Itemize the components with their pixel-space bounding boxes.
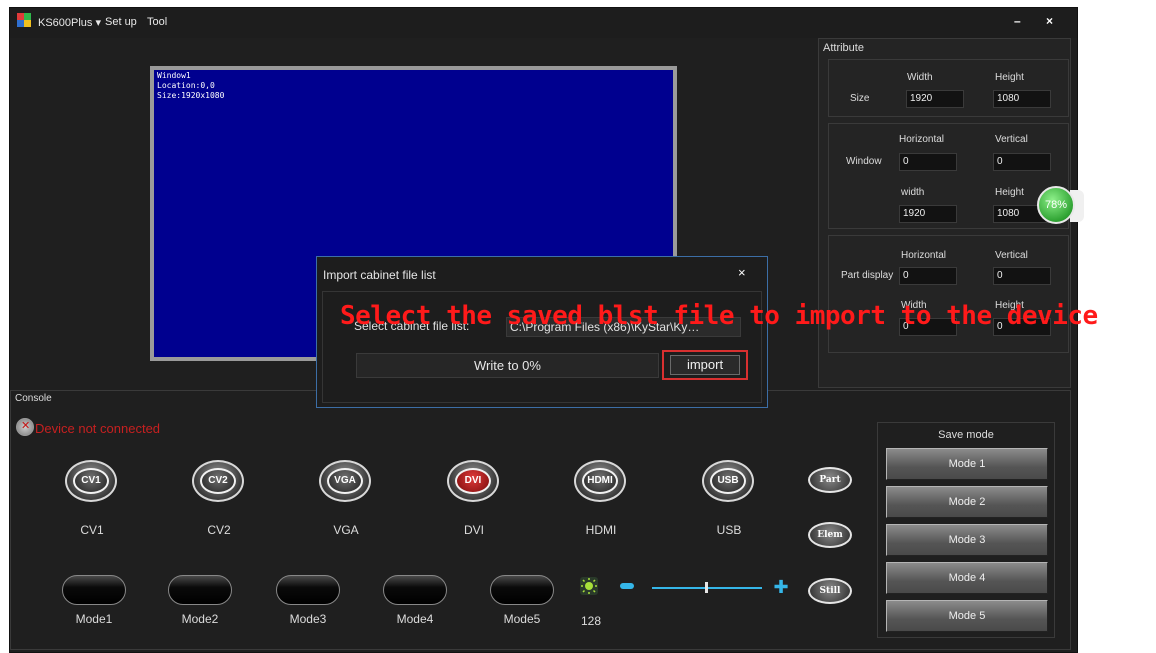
size-group: Width Height Size 1920 1080: [828, 59, 1069, 117]
part-display-label: Part display: [841, 270, 894, 281]
window-width-field[interactable]: 1920: [899, 205, 957, 223]
attribute-title: Attribute: [823, 42, 864, 54]
import-button[interactable]: import: [670, 355, 740, 375]
attribute-panel: Attribute Width Height Size 1920 1080 Ho…: [818, 38, 1071, 388]
instruction-annotation: Select the saved blst file to import to …: [340, 301, 1098, 331]
dvi-icon: DVI: [455, 468, 491, 494]
save-mode-5-button[interactable]: Mode 5: [886, 600, 1048, 632]
mode3-label: Mode3: [289, 612, 327, 626]
window-vertical-label: Vertical: [995, 134, 1028, 145]
part-horizontal-field[interactable]: 0: [899, 267, 957, 285]
save-mode-2-button[interactable]: Mode 2: [886, 486, 1048, 518]
source-usb-label: USB: [716, 523, 742, 537]
dialog-title: Import cabinet file list: [323, 268, 436, 282]
brightness-increase-icon[interactable]: ✚: [773, 578, 789, 596]
source-hdmi-button[interactable]: HDMI: [574, 460, 626, 502]
minimize-button[interactable]: –: [1014, 14, 1021, 28]
brightness-decrease-icon[interactable]: [620, 583, 634, 589]
size-height-label: Height: [995, 72, 1024, 83]
window-info: Window1 Location:0,0 Size:1920x1080: [157, 71, 225, 100]
save-mode-panel: Save mode Mode 1 Mode 2 Mode 3 Mode 4 Mo…: [877, 422, 1055, 638]
elem-button[interactable]: Elem: [808, 522, 852, 548]
dialog-close-button[interactable]: ×: [738, 265, 746, 280]
menu-setup[interactable]: Set up: [105, 16, 137, 28]
window-horizontal-field[interactable]: 0: [899, 153, 957, 171]
brightness-slider-thumb[interactable]: [705, 582, 708, 593]
menu-tool[interactable]: Tool: [147, 16, 167, 28]
source-hdmi-label: HDMI: [585, 523, 617, 537]
size-width-label: Width: [907, 72, 933, 83]
usb-icon: USB: [710, 468, 746, 494]
source-cv2-button[interactable]: CV2: [192, 460, 244, 502]
import-dialog: Import cabinet file list × Select cabine…: [316, 256, 768, 408]
mode5-button[interactable]: [490, 575, 554, 605]
connection-status: Device not connected: [35, 421, 161, 436]
part-horizontal-label: Horizontal: [901, 250, 947, 261]
close-button[interactable]: ×: [1046, 14, 1053, 28]
window-label: Window: [846, 156, 882, 167]
window-horizontal-label: Horizontal: [899, 134, 945, 145]
save-mode-title: Save mode: [938, 429, 994, 441]
mode5-label: Mode5: [503, 612, 541, 626]
source-dvi-button[interactable]: DVI: [447, 460, 499, 502]
brightness-icon: [580, 577, 598, 595]
part-vertical-field[interactable]: 0: [993, 267, 1051, 285]
mode4-button[interactable]: [383, 575, 447, 605]
window-width-label: width: [901, 187, 925, 198]
size-width-field[interactable]: 1920: [906, 90, 964, 108]
vga-icon: VGA: [327, 468, 363, 494]
window-height-label: Height: [995, 187, 1024, 198]
save-mode-1-button[interactable]: Mode 1: [886, 448, 1048, 480]
save-mode-3-button[interactable]: Mode 3: [886, 524, 1048, 556]
source-cv1-button[interactable]: CV1: [65, 460, 117, 502]
cv1-icon: CV1: [73, 468, 109, 494]
source-cv1-label: CV1: [80, 523, 104, 537]
mode2-button[interactable]: [168, 575, 232, 605]
mode1-button[interactable]: [62, 575, 126, 605]
part-vertical-label: Vertical: [995, 250, 1028, 261]
import-highlight: import: [662, 350, 748, 380]
cv2-icon: CV2: [200, 468, 236, 494]
source-dvi-label: DVI: [463, 523, 484, 537]
hdmi-icon: HDMI: [582, 468, 618, 494]
source-vga-button[interactable]: VGA: [319, 460, 371, 502]
still-button[interactable]: Still: [808, 578, 852, 604]
app-logo-icon: [17, 13, 31, 27]
title-bar: KS600Plus ▾ Set up Tool – ×: [10, 8, 1077, 38]
source-cv2-label: CV2: [207, 523, 231, 537]
mode2-label: Mode2: [181, 612, 219, 626]
mode3-button[interactable]: [276, 575, 340, 605]
mode1-label: Mode1: [75, 612, 113, 626]
brightness-value: 128: [581, 614, 602, 628]
source-usb-button[interactable]: USB: [702, 460, 754, 502]
size-height-field[interactable]: 1080: [993, 90, 1051, 108]
write-progress: Write to 0%: [356, 353, 659, 378]
save-mode-4-button[interactable]: Mode 4: [886, 562, 1048, 594]
part-display-group: Horizontal Vertical Part display 0 0 Wid…: [828, 235, 1069, 353]
window-group: Horizontal Vertical Window 0 0 width Hei…: [828, 123, 1069, 229]
size-label: Size: [850, 93, 870, 104]
window-vertical-field[interactable]: 0: [993, 153, 1051, 171]
disconnected-icon: [16, 418, 34, 436]
part-button[interactable]: Part: [808, 467, 852, 493]
percent-badge[interactable]: 78%: [1037, 186, 1075, 224]
mode4-label: Mode4: [396, 612, 434, 626]
menu-ks600plus[interactable]: KS600Plus ▾: [38, 16, 101, 29]
source-vga-label: VGA: [333, 523, 359, 537]
console-title: Console: [15, 393, 52, 404]
